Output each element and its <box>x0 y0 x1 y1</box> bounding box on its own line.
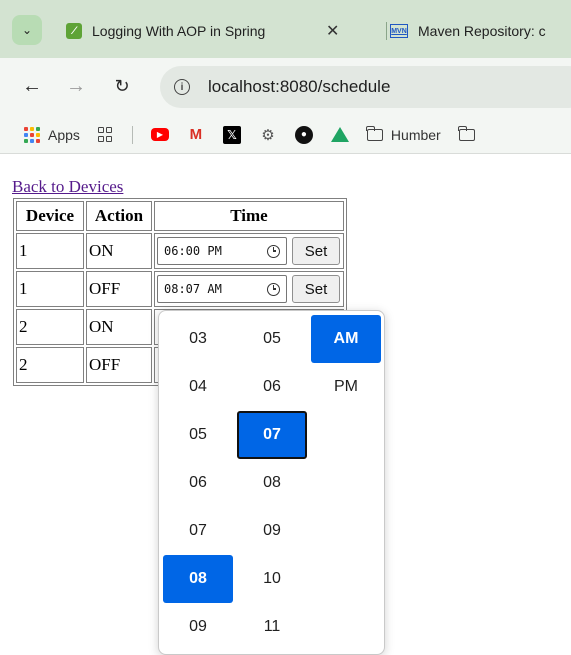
forward-arrow-icon[interactable]: → <box>64 74 88 98</box>
hour-option[interactable]: 04 <box>163 363 233 411</box>
close-icon[interactable]: ✕ <box>326 21 339 41</box>
device-cell: 2 <box>16 309 84 345</box>
bookmark-label: Humber <box>390 126 441 143</box>
minute-option[interactable]: 08 <box>237 459 307 507</box>
folder-icon <box>458 125 475 141</box>
bookmark-github[interactable]: ● <box>294 125 313 144</box>
url-text[interactable]: localhost:8080/schedule <box>208 77 390 97</box>
maven-favicon-icon: MVN <box>390 24 408 38</box>
bookmarks-bar: Apps ▶ M 𝕏 ⚙ ● Humber <box>0 116 571 154</box>
tab-strip: ⌄ ⁄ Logging With AOP in Spring ✕ MVN Mav… <box>0 0 571 58</box>
youtube-icon: ▶ <box>150 128 169 141</box>
minute-option[interactable]: 11 <box>237 603 307 651</box>
set-button[interactable]: Set <box>292 237 340 265</box>
device-cell: 2 <box>16 347 84 383</box>
chevron-down-icon: ⌄ <box>21 23 33 37</box>
table-row: 1 ON 06:00 PM Set <box>16 233 344 269</box>
openai-icon: ⚙ <box>261 126 275 144</box>
time-cell: 06:00 PM Set <box>154 233 344 269</box>
hour-option[interactable]: 07 <box>163 507 233 555</box>
apps-grid-icon <box>24 126 40 143</box>
hour-option-selected[interactable]: 08 <box>163 555 233 603</box>
action-cell: ON <box>86 309 152 345</box>
hour-option[interactable]: 06 <box>163 459 233 507</box>
tab-maven-repository[interactable]: MVN Maven Repository: c <box>390 15 571 47</box>
column-header-action: Action <box>86 201 152 231</box>
clock-icon[interactable] <box>267 282 280 296</box>
action-cell: OFF <box>86 347 152 383</box>
bookmark-label: Apps <box>48 126 80 143</box>
bookmark-youtube[interactable]: ▶ <box>150 128 169 141</box>
device-cell: 1 <box>16 271 84 307</box>
action-cell: OFF <box>86 271 152 307</box>
hour-column[interactable]: 03 04 05 06 07 08 09 <box>163 315 233 651</box>
hour-option[interactable]: 09 <box>163 603 233 651</box>
site-info-icon[interactable]: i <box>174 79 190 95</box>
time-value: 08:07 AM <box>164 282 222 296</box>
period-option-pm[interactable]: PM <box>311 363 381 411</box>
device-cell: 1 <box>16 233 84 269</box>
bookmark-divider <box>131 125 133 144</box>
x-logo-icon: 𝕏 <box>222 125 241 144</box>
column-header-device: Device <box>16 201 84 231</box>
minute-column[interactable]: 05 06 07 08 09 10 11 <box>237 315 307 651</box>
tab-search-button[interactable]: ⌄ <box>12 15 42 45</box>
table-row: 1 OFF 08:07 AM Set <box>16 271 344 307</box>
time-picker-popup: 03 04 05 06 07 08 09 05 06 07 08 09 10 1… <box>158 310 385 655</box>
bookmark-tab-groups[interactable] <box>97 126 114 143</box>
column-header-time: Time <box>154 201 344 231</box>
reload-icon[interactable]: ↻ <box>110 74 134 98</box>
back-arrow-icon[interactable]: ← <box>20 74 44 98</box>
browser-toolbar: ← → ↻ i localhost:8080/schedule <box>0 58 571 116</box>
google-drive-icon <box>330 127 349 142</box>
period-column[interactable]: AM PM <box>311 315 381 411</box>
bookmark-folder-more[interactable] <box>458 125 483 141</box>
tab-divider <box>386 22 387 40</box>
bookmark-apps[interactable]: Apps <box>24 126 80 143</box>
hour-option[interactable]: 03 <box>163 315 233 363</box>
spring-favicon-icon: ⁄ <box>66 23 82 39</box>
bookmark-gmail[interactable]: M <box>187 126 205 144</box>
tab-title: Maven Repository: c <box>418 23 546 39</box>
hour-option[interactable]: 05 <box>163 411 233 459</box>
back-to-devices-link[interactable]: Back to Devices <box>12 177 123 197</box>
address-bar[interactable]: i localhost:8080/schedule <box>160 66 571 108</box>
minute-option[interactable]: 05 <box>237 315 307 363</box>
bookmark-folder-humber[interactable]: Humber <box>366 125 441 143</box>
clock-icon[interactable] <box>267 244 280 258</box>
bookmark-x[interactable]: 𝕏 <box>222 125 241 144</box>
github-icon: ● <box>294 125 313 144</box>
minute-option[interactable]: 06 <box>237 363 307 411</box>
time-value: 06:00 PM <box>164 244 222 258</box>
tab-groups-icon <box>97 126 114 143</box>
time-input[interactable]: 06:00 PM <box>157 237 287 265</box>
minute-option-selected[interactable]: 07 <box>237 411 307 459</box>
minute-option[interactable]: 09 <box>237 507 307 555</box>
folder-icon <box>366 125 383 141</box>
gmail-icon: M <box>189 126 203 143</box>
tab-logging-aop[interactable]: ⁄ Logging With AOP in Spring ✕ <box>66 15 384 47</box>
period-option-am[interactable]: AM <box>311 315 381 363</box>
bookmark-drive[interactable] <box>330 127 349 142</box>
bookmark-chatgpt[interactable]: ⚙ <box>259 126 277 144</box>
table-header-row: Device Action Time <box>16 201 344 231</box>
time-input[interactable]: 08:07 AM <box>157 275 287 303</box>
minute-option[interactable]: 10 <box>237 555 307 603</box>
action-cell: ON <box>86 233 152 269</box>
tab-title: Logging With AOP in Spring <box>92 23 266 39</box>
time-cell: 08:07 AM Set <box>154 271 344 307</box>
set-button[interactable]: Set <box>292 275 340 303</box>
